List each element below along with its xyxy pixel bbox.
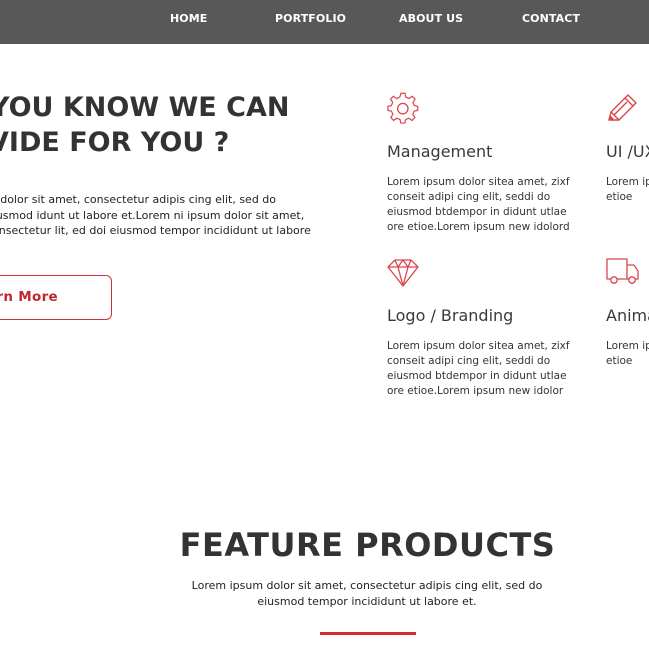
service-description: Lorem ipsum dolor sitea amet, zixf conse… xyxy=(387,176,570,233)
service-title: Logo / Branding xyxy=(387,306,514,325)
gear-icon xyxy=(387,92,419,124)
service-description: Lorem ipsum conseit a eiusmod ore etioe xyxy=(606,176,649,203)
diamond-icon xyxy=(387,259,419,287)
service-description: Lorem ipsum dolor sitea amet, zixf conse… xyxy=(387,340,570,397)
top-nav-bar: HOME PORTFOLIO ABOUT US CONTACT xyxy=(0,0,649,44)
learn-more-button[interactable]: arn More xyxy=(0,275,112,320)
hero-title-line-2: VIDE FOR YOU ? xyxy=(0,127,230,158)
nav-link-contact[interactable]: CONTACT xyxy=(522,12,580,25)
nav-link-home[interactable]: HOME xyxy=(170,12,207,25)
pencil-icon xyxy=(608,94,637,121)
service-title: Anima xyxy=(606,306,649,325)
nav-link-about-us[interactable]: ABOUT US xyxy=(399,12,463,25)
feature-divider xyxy=(320,632,416,635)
feature-products-description: Lorem ipsum dolor sit amet, consectetur … xyxy=(191,579,543,608)
service-title: Management xyxy=(387,142,493,161)
feature-products-title: FEATURE PRODUCTS xyxy=(179,526,556,564)
service-description: Lorem ip conseit a eiusmod ore etioe xyxy=(606,340,649,367)
page: HOME PORTFOLIO ABOUT US CONTACT YOU KNOW… xyxy=(0,0,649,649)
hero-description: m dolor sit amet, consectetur adipis cin… xyxy=(0,193,311,253)
truck-icon xyxy=(606,258,639,284)
service-title: UI /UX xyxy=(606,142,649,161)
nav-link-portfolio[interactable]: PORTFOLIO xyxy=(275,12,346,25)
hero-title: YOU KNOW WE CAN VIDE FOR YOU ? xyxy=(0,90,330,160)
hero-title-line-1: YOU KNOW WE CAN xyxy=(0,92,290,123)
